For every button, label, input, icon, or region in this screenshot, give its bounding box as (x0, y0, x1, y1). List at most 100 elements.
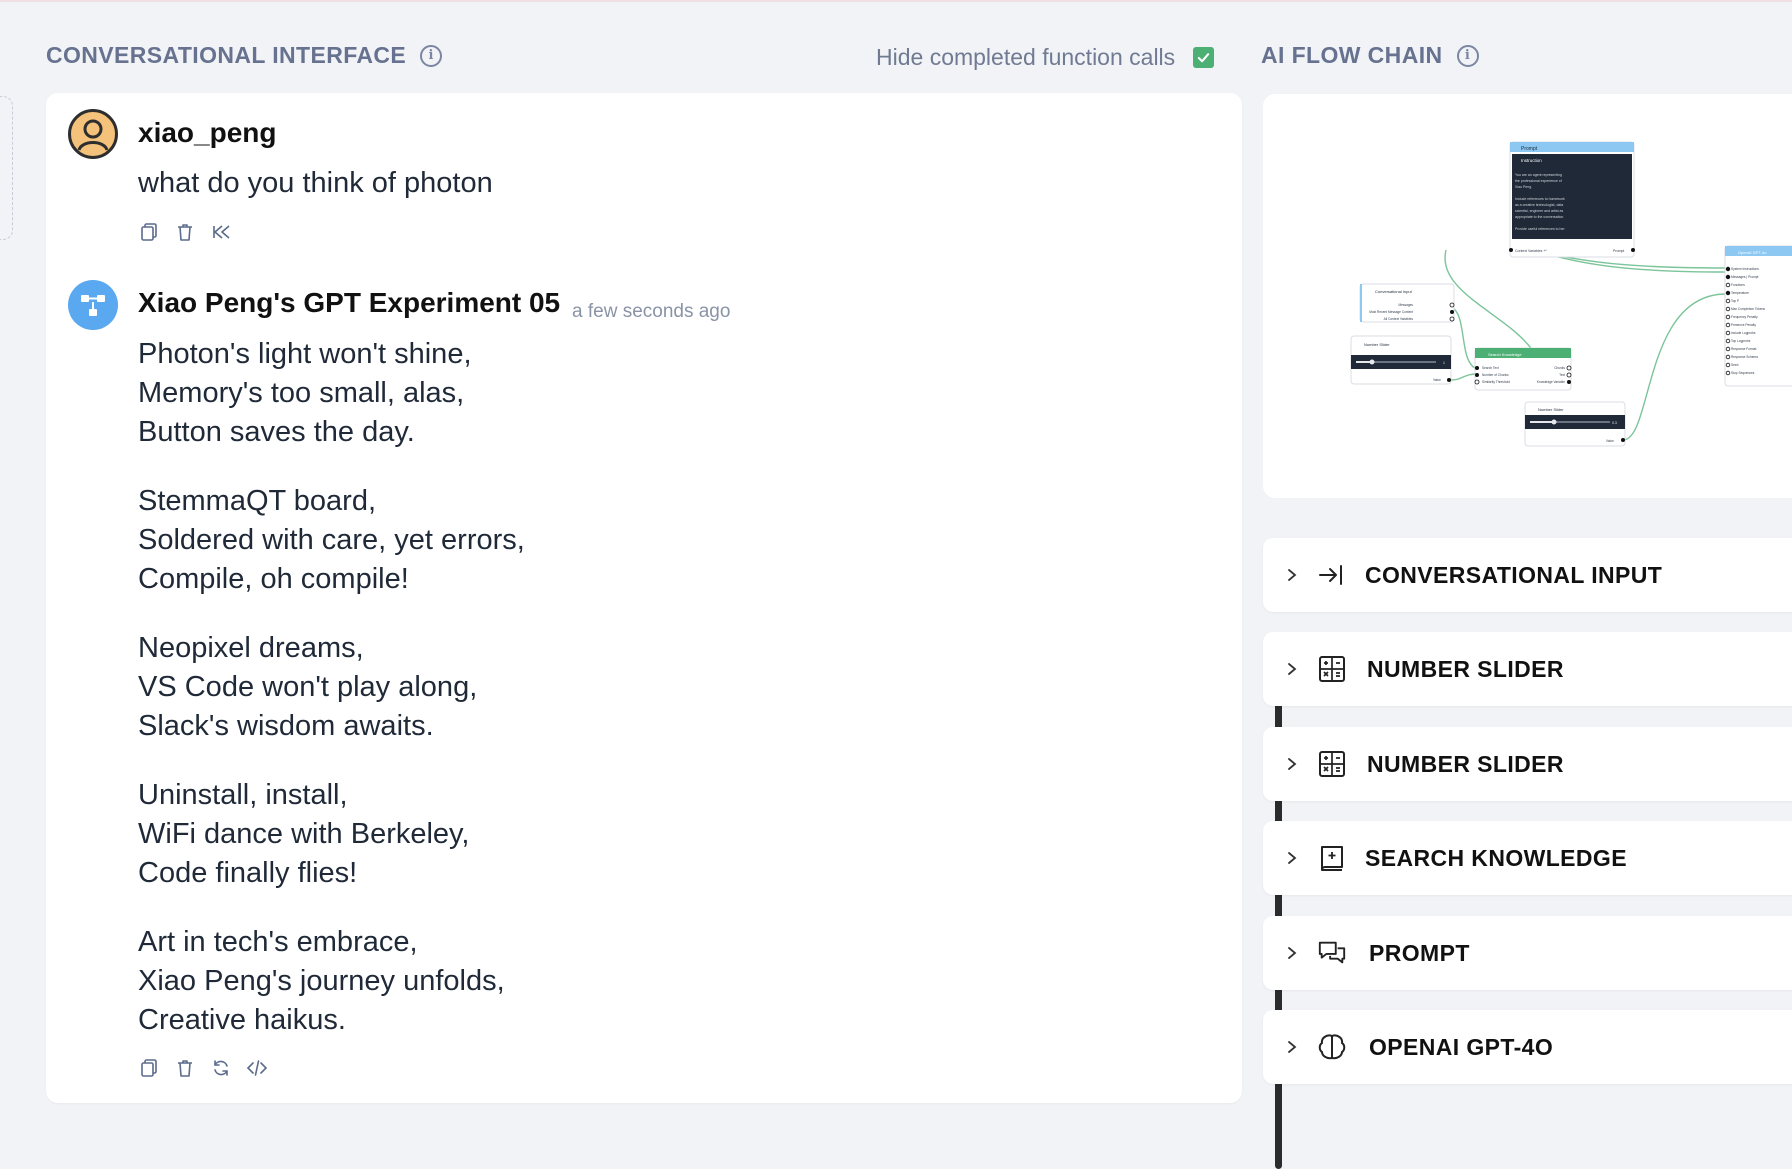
svg-text:Temperature: Temperature (1731, 291, 1749, 295)
conversation-title: CONVERSATIONAL INTERFACE (46, 42, 407, 68)
svg-text:Value: Value (1606, 439, 1614, 443)
chat-panel: xiao_peng what do you think of photon Xi… (46, 93, 1282, 1169)
minimap-number-slider-2: Number Slider 0.3 Value (1524, 401, 1626, 447)
poem-line: WiFi dance with Berkeley, (138, 818, 470, 850)
poem-line: Memory's too small, alas, (138, 377, 465, 409)
collapsed-panel-edge[interactable] (0, 96, 13, 240)
poem-line: Button saves the day. (138, 416, 415, 448)
node-item-prompt[interactable]: PROMPT (1263, 916, 1792, 990)
svg-text:Prompt: Prompt (1613, 249, 1624, 253)
svg-text:Frequency Penalty: Frequency Penalty (1731, 315, 1758, 319)
poem-line: Photon's light won't shine, (138, 338, 472, 370)
user-avatar (68, 109, 118, 159)
minimap-conversational-input-node: Conversational Input Messages Most Recen… (1359, 283, 1455, 323)
bot-message-actions (138, 1057, 268, 1079)
flow-chain-icon (81, 295, 105, 316)
poem-line: VS Code won't play along, (138, 671, 478, 703)
svg-text:Stop Sequences: Stop Sequences (1731, 371, 1755, 375)
svg-text:Presence Penalty: Presence Penalty (1731, 323, 1756, 327)
node-item-conversational-input[interactable]: CONVERSATIONAL INPUT (1263, 538, 1792, 612)
poem-line: Slack's wisdom awaits. (138, 710, 434, 742)
minimap-prompt-node: Prompt Instruction You are an agent repr… (1509, 141, 1635, 258)
info-icon[interactable]: i (420, 44, 443, 67)
svg-text:Response Schema: Response Schema (1731, 355, 1758, 359)
svg-text:Include references to homework: Include references to homework (1515, 197, 1565, 201)
svg-text:Search Knowledge: Search Knowledge (1488, 352, 1522, 357)
chevron-right-icon[interactable] (1285, 946, 1299, 960)
hide-completed-toggle[interactable]: Hide completed function calls (876, 44, 1215, 71)
poem-line: Xiao Peng's journey unfolds, (138, 965, 505, 997)
brain-icon (1318, 1034, 1346, 1060)
hide-completed-checkbox[interactable] (1193, 47, 1215, 68)
svg-text:OpenAI GPT-4o: OpenAI GPT-4o (1738, 250, 1767, 255)
flow-canvas[interactable]: Prompt Instruction You are an agent repr… (1263, 94, 1792, 498)
svg-text:Number of Chunks: Number of Chunks (1482, 373, 1509, 377)
chevron-right-icon[interactable] (1285, 1040, 1299, 1054)
chevron-right-icon[interactable] (1285, 757, 1299, 771)
svg-text:Max Completion Tokens: Max Completion Tokens (1731, 307, 1765, 311)
poem-line: Creative haikus. (138, 1004, 346, 1036)
bot-message-text: Photon's light won't shine, Memory's too… (138, 335, 525, 1070)
trash-icon[interactable] (174, 221, 196, 243)
svg-text:1: 1 (1443, 361, 1445, 365)
book-sparkle-icon (1321, 846, 1343, 871)
minimap-number-slider-1: Number Slider 1 Value (1350, 335, 1452, 385)
svg-text:Most Recent Message Content: Most Recent Message Content (1369, 310, 1413, 314)
minimap-search-knowledge-node: Search Knowledge Search Text Number of C… (1474, 347, 1572, 391)
node-item-search-knowledge[interactable]: SEARCH KNOWLEDGE (1263, 821, 1792, 895)
top-border (0, 0, 1792, 2)
flow-title: AI FLOW CHAIN (1261, 42, 1443, 68)
svg-text:Instruction: Instruction (1521, 158, 1542, 163)
node-label: PROMPT (1369, 939, 1470, 966)
node-label: NUMBER SLIDER (1367, 655, 1564, 682)
node-item-openai-gpt-4o[interactable]: OPENAI GPT-4O (1263, 1010, 1792, 1084)
svg-text:You are an agent representing: You are an agent representing (1515, 173, 1562, 177)
svg-text:Context Variables +*: Context Variables +* (1515, 249, 1547, 253)
check-icon (1197, 53, 1210, 63)
svg-text:Text: Text (1559, 373, 1565, 377)
poem-stanza: Art in tech's embrace, Xiao Peng's journ… (138, 923, 525, 1040)
svg-text:the professional experience of: the professional experience of (1515, 179, 1562, 183)
svg-text:scientist, engineer and artist: scientist, engineer and artist as (1515, 209, 1563, 213)
arrow-to-bar-icon (1319, 565, 1342, 585)
message-timestamp: a few seconds ago (572, 301, 731, 322)
poem-line: Neopixel dreams, (138, 632, 364, 664)
user-message-text: what do you think of photon (138, 167, 493, 199)
copy-icon[interactable] (138, 1057, 160, 1079)
calculator-icon (1319, 656, 1345, 682)
svg-text:Number Slider: Number Slider (1364, 342, 1390, 347)
user-avatar-icon (77, 119, 109, 151)
svg-text:Response Format: Response Format (1731, 347, 1756, 351)
svg-text:Seed: Seed (1731, 363, 1739, 367)
node-item-number-slider[interactable]: NUMBER SLIDER (1263, 632, 1792, 706)
svg-text:Top Logprobs: Top Logprobs (1731, 339, 1751, 343)
svg-text:Conversational Input: Conversational Input (1375, 289, 1413, 294)
poem-line: Compile, oh compile! (138, 563, 409, 595)
poem-line: Uninstall, install, (138, 779, 348, 811)
poem-stanza: Uninstall, install, WiFi dance with Berk… (138, 776, 525, 893)
svg-text:Similarity Threshold: Similarity Threshold (1482, 380, 1510, 384)
minimap-openai-node: OpenAI GPT-4o System Instructions Messag… (1724, 245, 1792, 387)
calculator-icon (1319, 751, 1345, 777)
code-icon[interactable] (246, 1057, 268, 1079)
chevron-right-icon[interactable] (1285, 662, 1299, 676)
node-item-number-slider[interactable]: NUMBER SLIDER (1263, 727, 1792, 801)
info-icon[interactable]: i (1456, 44, 1479, 67)
trash-icon[interactable] (174, 1057, 196, 1079)
node-label: SEARCH KNOWLEDGE (1365, 844, 1627, 871)
copy-icon[interactable] (138, 221, 160, 243)
rewind-icon[interactable] (210, 221, 232, 243)
poem-stanza: StemmaQT board, Soldered with care, yet … (138, 482, 525, 599)
poem-line: Art in tech's embrace, (138, 926, 418, 958)
svg-text:Xiao Peng.: Xiao Peng. (1515, 185, 1532, 189)
svg-text:Include Logprobs: Include Logprobs (1731, 331, 1756, 335)
svg-text:Search Text: Search Text (1482, 366, 1499, 370)
regenerate-icon[interactable] (210, 1057, 232, 1079)
svg-text:0.3: 0.3 (1612, 421, 1617, 425)
chevron-right-icon[interactable] (1285, 851, 1299, 865)
chevron-right-icon[interactable] (1285, 568, 1299, 582)
flow-diagram: Prompt Instruction You are an agent repr… (1350, 141, 1792, 447)
svg-text:Chunks: Chunks (1554, 366, 1565, 370)
poem-stanza: Neopixel dreams, VS Code won't play alon… (138, 629, 525, 746)
hide-completed-label: Hide completed function calls (876, 44, 1176, 70)
